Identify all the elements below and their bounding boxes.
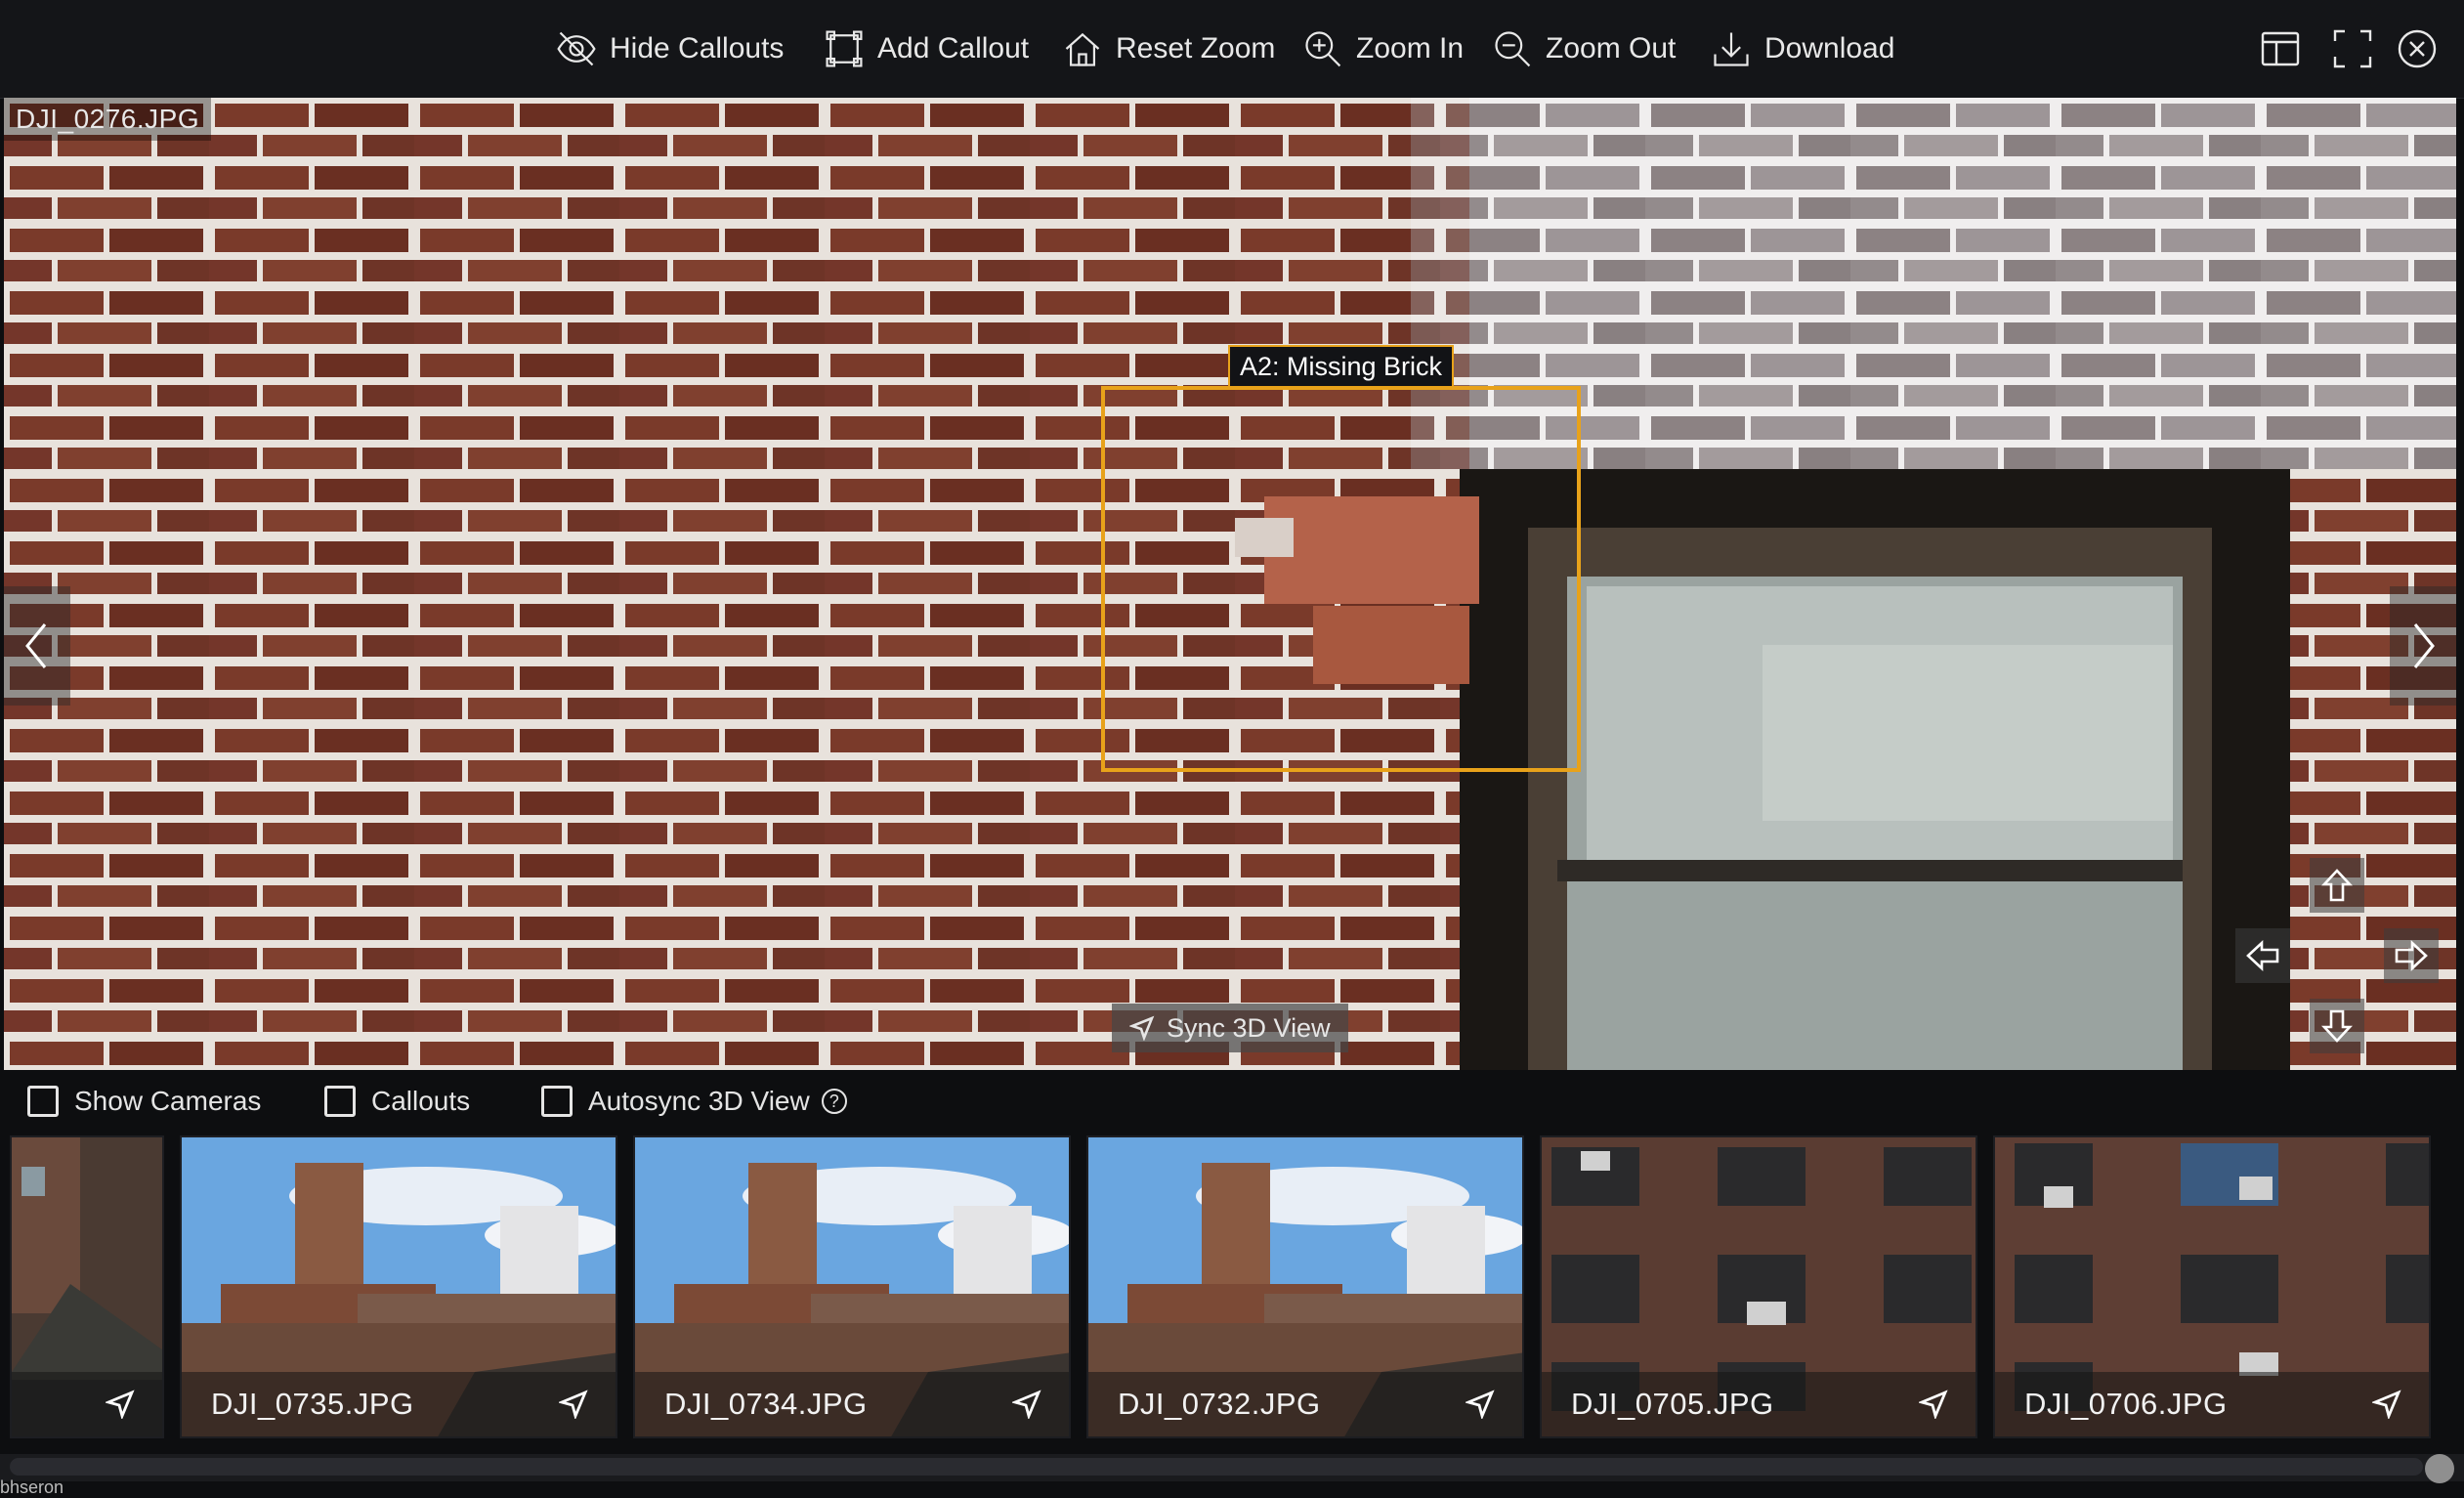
layout-button[interactable] [2257, 25, 2304, 72]
thumbnail-name: DJI_0705.JPG [1571, 1387, 1774, 1421]
autosync-3d-view-checkbox[interactable] [541, 1086, 573, 1117]
zoom-out-button[interactable]: Zoom Out [1491, 21, 1676, 76]
autosync-3d-view-label: Autosync 3D View [588, 1086, 810, 1116]
chevron-right-icon [2413, 623, 2435, 668]
fullscreen-button[interactable] [2329, 25, 2376, 72]
locate-camera-button[interactable] [1012, 1390, 1041, 1419]
add-callout-label: Add Callout [877, 32, 1030, 64]
location-arrow-icon [1129, 1015, 1155, 1041]
location-arrow-icon [106, 1390, 135, 1419]
thumbnail-3[interactable]: DJI_0732.JPG [1086, 1135, 1524, 1438]
callout-label[interactable]: A2: Missing Brick [1228, 345, 1455, 387]
locate-camera-button[interactable] [1919, 1390, 1948, 1419]
show-cameras-checkbox[interactable] [27, 1086, 59, 1117]
thumbnail-caption: DJI_0732.JPG [1088, 1372, 1522, 1436]
fullscreen-icon [2333, 29, 2372, 68]
thumbnail-name: DJI_0706.JPG [2024, 1387, 2228, 1421]
close-icon [2398, 29, 2437, 68]
callout-box[interactable] [1101, 386, 1581, 772]
reset-zoom-label: Reset Zoom [1116, 32, 1276, 64]
scroll-track[interactable] [10, 1458, 2423, 1476]
thumbnail-name: DJI_0735.JPG [211, 1387, 414, 1421]
thumbnail-caption: DJI_0706.JPG [1995, 1372, 2429, 1436]
eye-slash-icon [557, 31, 596, 66]
thumbnail-caption: DJI_0734.JPG [635, 1372, 1069, 1436]
pan-right-button[interactable] [2384, 928, 2439, 983]
scroll-thumb[interactable] [2425, 1454, 2454, 1483]
thumbnail-caption [12, 1372, 162, 1436]
top-toolbar: Hide Callouts Add Callout Reset Zoom Zoo… [0, 0, 2464, 99]
hide-callouts-label: Hide Callouts [610, 32, 785, 64]
locate-camera-button[interactable] [1466, 1390, 1495, 1419]
thumbnail-name: DJI_0732.JPG [1118, 1387, 1321, 1421]
home-icon [1065, 32, 1100, 66]
show-cameras-toggle[interactable]: Show Cameras [27, 1086, 261, 1117]
download-label: Download [1764, 32, 1895, 64]
zoom-out-icon [1495, 31, 1531, 67]
location-arrow-icon [1919, 1390, 1948, 1419]
footer-fragment: bhseron [0, 1477, 64, 1497]
reset-zoom-button[interactable]: Reset Zoom [1061, 21, 1275, 76]
pan-left-button[interactable] [2235, 928, 2290, 983]
zoom-in-icon [1305, 31, 1341, 67]
options-bar: Show Cameras Callouts Autosync 3D View ? [0, 1070, 2464, 1138]
add-callout-button[interactable]: Add Callout [823, 21, 1029, 76]
previous-image-button[interactable] [4, 586, 70, 706]
sync-3d-view-button[interactable]: Sync 3D View [1112, 1004, 1348, 1052]
location-arrow-icon [559, 1390, 588, 1419]
download-icon [1714, 32, 1749, 66]
location-arrow-icon [2372, 1390, 2401, 1419]
thumbnail-1[interactable]: DJI_0735.JPG [180, 1135, 617, 1438]
thumbnail-caption: DJI_0735.JPG [182, 1372, 616, 1436]
thumbnail-4[interactable]: DJI_0705.JPG [1540, 1135, 1977, 1438]
location-arrow-icon [1466, 1390, 1495, 1419]
thumbnail-5[interactable]: DJI_0706.JPG [1993, 1135, 2431, 1438]
callouts-toggle[interactable]: Callouts [324, 1086, 470, 1117]
file-name-label: DJI_0276.JPG [4, 98, 212, 141]
thumbnail-scrollbar[interactable] [0, 1454, 2464, 1483]
location-arrow-icon [1012, 1390, 1041, 1419]
locate-camera-button[interactable] [2372, 1390, 2401, 1419]
zoom-out-label: Zoom Out [1546, 32, 1677, 64]
locate-camera-button[interactable] [559, 1390, 588, 1419]
locate-camera-button[interactable] [106, 1390, 135, 1419]
arrow-right-icon [2395, 940, 2428, 971]
hide-callouts-button[interactable]: Hide Callouts [555, 21, 784, 76]
thumbnail-2[interactable]: DJI_0734.JPG [633, 1135, 1071, 1438]
pan-up-button[interactable] [2310, 858, 2364, 913]
arrow-up-icon [2321, 869, 2353, 902]
chevron-left-icon [25, 623, 47, 668]
zoom-in-label: Zoom In [1356, 32, 1465, 64]
thumbnail-name: DJI_0734.JPG [664, 1387, 868, 1421]
close-viewer-button[interactable] [2394, 25, 2441, 72]
pan-down-button[interactable] [2310, 999, 2364, 1053]
callouts-label: Callouts [371, 1086, 471, 1116]
callouts-checkbox[interactable] [324, 1086, 356, 1117]
zoom-in-button[interactable]: Zoom In [1301, 21, 1464, 76]
thumbnail-0[interactable] [10, 1135, 164, 1438]
arrow-down-icon [2321, 1009, 2353, 1043]
show-cameras-label: Show Cameras [74, 1086, 262, 1116]
thumbnail-caption: DJI_0705.JPG [1542, 1372, 1975, 1436]
callout-frame-icon [826, 30, 863, 67]
download-button[interactable]: Download [1710, 21, 1894, 76]
next-image-button[interactable] [2390, 586, 2456, 706]
help-icon[interactable]: ? [821, 1089, 847, 1114]
sync-3d-view-label: Sync 3D View [1167, 1012, 1331, 1043]
arrow-left-icon [2246, 940, 2279, 971]
autosync-3d-view-toggle[interactable]: Autosync 3D View ? [541, 1086, 847, 1117]
image-viewer[interactable]: DJI_0276.JPG A2: Missing Brick Sync 3D V… [4, 98, 2456, 1070]
layout-icon [2261, 31, 2300, 66]
